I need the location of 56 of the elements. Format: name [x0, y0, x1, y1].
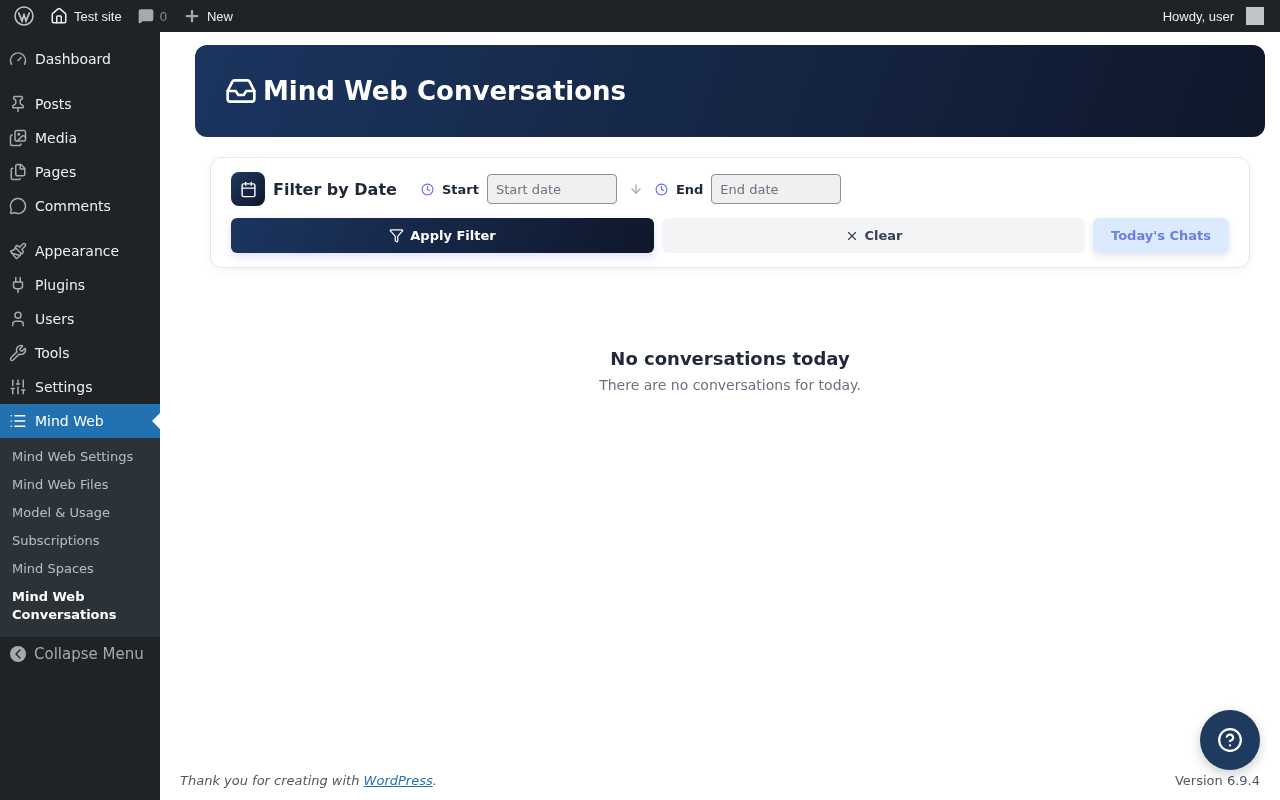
sidebar-menu-item[interactable]: Tools	[0, 336, 160, 370]
new-content-link[interactable]: New	[174, 0, 241, 32]
submenu-item[interactable]: Model & Usage	[0, 499, 160, 527]
comments-link[interactable]: 0	[129, 0, 175, 32]
start-date-field[interactable]: Start date	[486, 174, 617, 204]
submenu-item[interactable]: Subscriptions	[0, 527, 160, 555]
sidebar-menu-item[interactable]: Settings	[0, 370, 160, 404]
page-title: Mind Web Conversations	[263, 76, 627, 106]
end-label: End	[675, 181, 704, 197]
clock-icon	[420, 182, 434, 196]
menu-icon	[9, 163, 27, 181]
submenu-item[interactable]: Mind Web Conversations	[0, 583, 160, 629]
calendar-icon	[231, 172, 265, 206]
submenu-item[interactable]: Mind Spaces	[0, 555, 160, 583]
sidebar-menu-item[interactable]: Appearance	[0, 234, 160, 268]
menu-icon	[9, 344, 27, 362]
sidebar-menu-item[interactable]: Dashboard	[0, 42, 160, 76]
sidebar-menu-item[interactable]: Comments	[0, 189, 160, 223]
sidebar-menu-item[interactable]: Users	[0, 302, 160, 336]
menu-icon	[9, 378, 27, 396]
menu-icon	[9, 197, 27, 215]
submenu-item[interactable]: Mind Web Files	[0, 471, 160, 499]
end-date-field[interactable]: End date	[711, 174, 842, 204]
menu-icon	[9, 242, 27, 260]
submenu-item[interactable]: Mind Web Settings	[0, 443, 160, 471]
footer-text: Thank you for creating with WordPress.	[180, 773, 437, 788]
sidebar-menu-item[interactable]: Plugins	[0, 268, 160, 302]
site-name-link[interactable]: Test site	[42, 0, 130, 32]
collapse-menu-button[interactable]: Collapse Menu	[0, 637, 160, 671]
apply-filter-button[interactable]: Apply Filter	[231, 218, 654, 253]
help-icon	[1217, 727, 1243, 753]
menu-icon	[9, 412, 27, 430]
menu-icon	[9, 95, 27, 113]
sidebar-menu-item[interactable]: Media	[0, 121, 160, 155]
collapse-icon	[10, 646, 26, 662]
menu-icon	[9, 310, 27, 328]
clock-icon	[654, 182, 668, 196]
filter-title: Filter by Date	[273, 179, 397, 199]
sidebar-menu-item[interactable]: Posts	[0, 87, 160, 121]
wordpress-link[interactable]: WordPress	[363, 773, 433, 788]
avatar-icon	[1246, 7, 1264, 25]
empty-state-message: There are no conversations for today.	[599, 377, 861, 393]
sidebar-menu-item[interactable]: Mind Web	[0, 404, 160, 438]
clear-button[interactable]: Clear	[662, 218, 1085, 253]
wordpress-logo-icon	[14, 6, 34, 26]
menu-icon	[9, 129, 27, 147]
speech-bubble-icon	[137, 8, 154, 24]
empty-state-title: No conversations today	[610, 348, 850, 369]
help-button[interactable]	[1200, 710, 1260, 770]
account-menu[interactable]: Howdy, user	[1154, 0, 1272, 32]
start-label: Start	[441, 181, 479, 197]
menu-icon	[9, 50, 27, 68]
sidebar-menu-item[interactable]: Pages	[0, 155, 160, 189]
funnel-icon	[389, 228, 405, 243]
home-icon	[50, 7, 68, 25]
version-text: Version 6.9.4	[1175, 773, 1260, 788]
